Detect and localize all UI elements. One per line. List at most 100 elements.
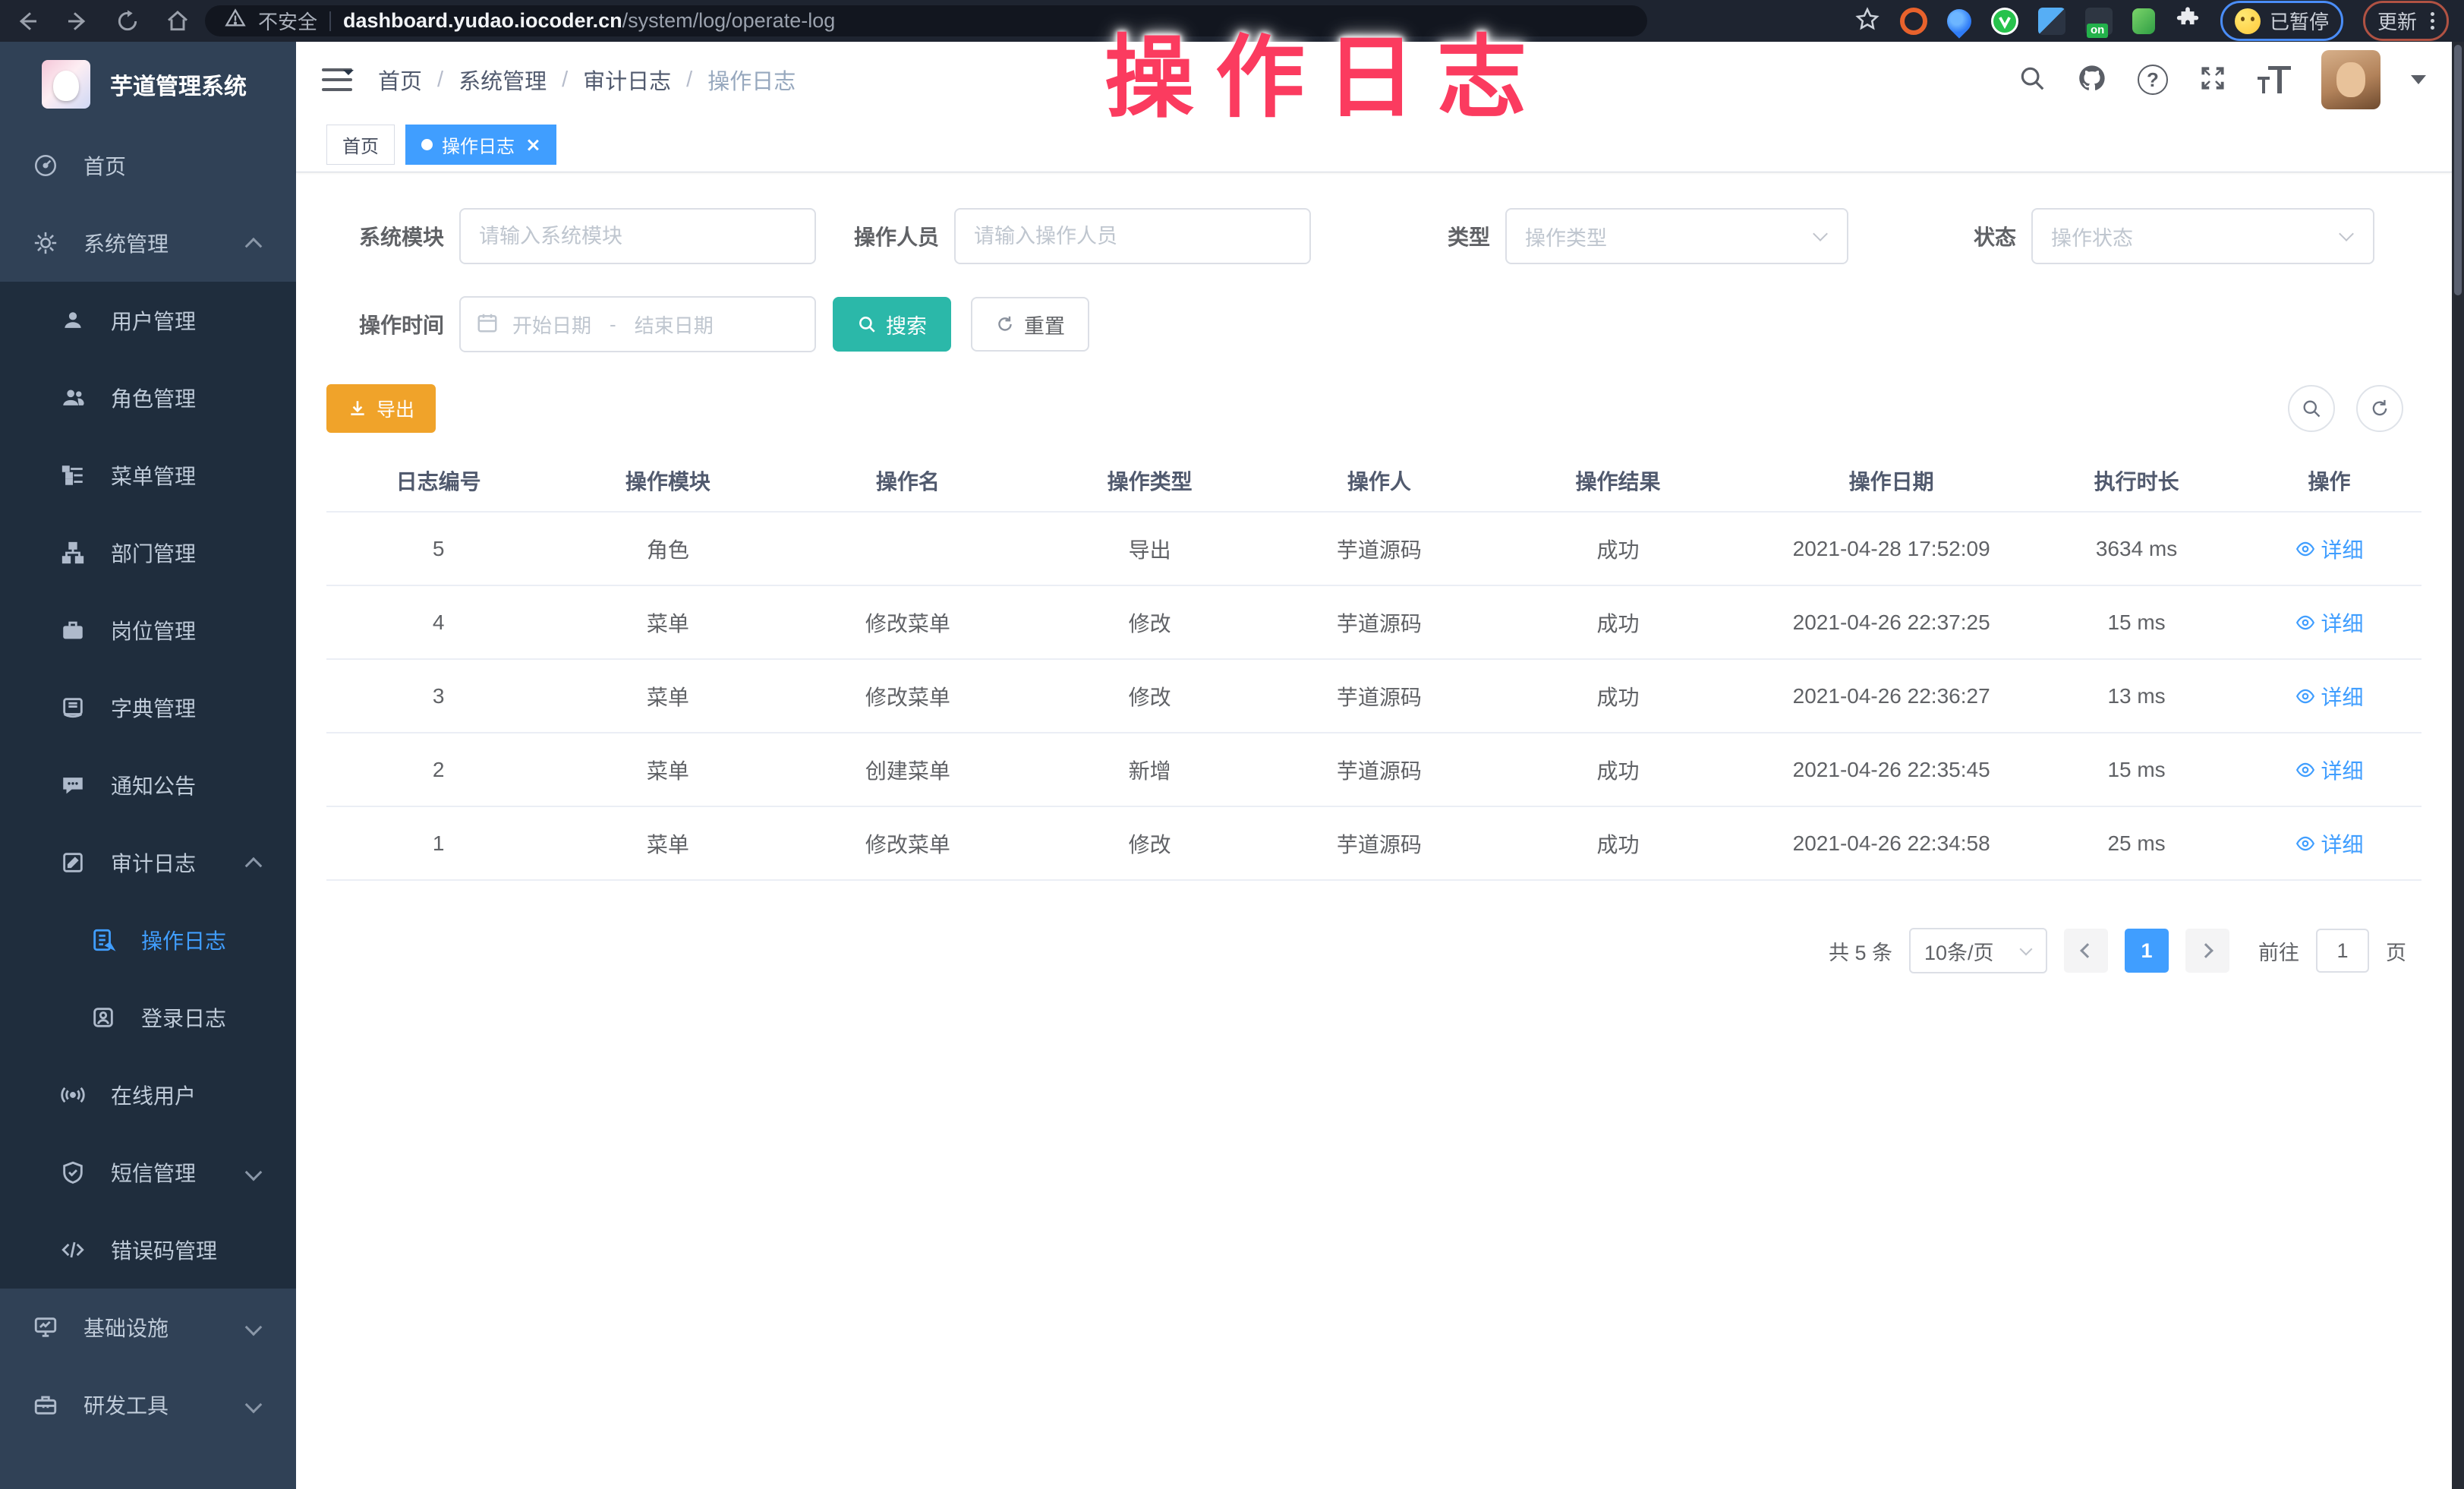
extension-icon-green-leaf[interactable]: [2132, 8, 2155, 34]
show-search-toggle-button[interactable]: [2288, 385, 2335, 432]
breadcrumb: 首页 / 系统管理 / 审计日志 / 操作日志: [378, 64, 796, 96]
extension-icon-orange[interactable]: [1900, 8, 1927, 35]
cell-result: 成功: [1489, 733, 1747, 806]
reset-button[interactable]: 重置: [971, 297, 1089, 352]
browser-update-button[interactable]: 更新: [2363, 1, 2449, 41]
sidebar-item-dictionary[interactable]: 字典管理: [0, 669, 296, 746]
module-input[interactable]: [459, 208, 816, 264]
sidebar-item-label: 系统管理: [83, 228, 169, 258]
user-avatar[interactable]: [2321, 50, 2381, 109]
browser-home-icon[interactable]: [165, 9, 190, 33]
fullscreen-icon[interactable]: [2198, 64, 2227, 96]
cell-module: 菜单: [550, 585, 785, 659]
sidebar-item-label: 操作日志: [141, 925, 226, 955]
detail-link[interactable]: 详细: [2295, 534, 2364, 564]
chevron-up-icon: [245, 238, 263, 255]
breadcrumb-audit[interactable]: 审计日志: [583, 64, 671, 96]
extension-icon-pin[interactable]: [1942, 4, 1976, 38]
browser-menu-icon[interactable]: [2431, 12, 2434, 30]
browser-reload-icon[interactable]: [115, 9, 140, 33]
sidebar-item-system[interactable]: 系统管理: [0, 204, 296, 282]
sidebar-item-error-codes[interactable]: 错误码管理: [0, 1211, 296, 1289]
cell-name: [785, 512, 1030, 585]
sidebar-item-posts[interactable]: 岗位管理: [0, 591, 296, 669]
extension-icon-blue-gem[interactable]: [2038, 8, 2065, 35]
sidebar-item-sms[interactable]: 短信管理: [0, 1134, 296, 1211]
chevron-down-icon: [1813, 226, 1828, 241]
sidebar-item-dev-tools[interactable]: 研发工具: [0, 1366, 296, 1443]
prev-page-button[interactable]: [2064, 929, 2108, 973]
operator-input[interactable]: [954, 208, 1311, 264]
sidebar-item-notices[interactable]: 通知公告: [0, 746, 296, 824]
extensions-puzzle-icon[interactable]: [2175, 6, 2201, 36]
type-select[interactable]: 操作类型: [1505, 208, 1848, 264]
date-range-picker[interactable]: 开始日期 - 结束日期: [459, 296, 816, 352]
sidebar-item-audit-log[interactable]: 审计日志: [0, 824, 296, 901]
cell-result: 成功: [1489, 585, 1747, 659]
system-submenu: 用户管理 角色管理 菜单管理 部门管理 岗位管理: [0, 282, 296, 1289]
search-button[interactable]: 搜索: [833, 297, 951, 352]
detail-link[interactable]: 详细: [2295, 828, 2364, 859]
sidebar-item-label: 菜单管理: [111, 460, 196, 491]
table-row: 5角色导出芋道源码成功2021-04-28 17:52:093634 ms 详细: [326, 512, 2421, 585]
status-select[interactable]: 操作状态: [2031, 208, 2374, 264]
header-search-icon[interactable]: [2018, 64, 2047, 96]
sidebar-item-home[interactable]: 首页: [0, 127, 296, 204]
github-icon[interactable]: [2077, 63, 2107, 97]
menu-tree-icon: [59, 462, 87, 488]
breadcrumb-separator: /: [437, 68, 443, 93]
bookmark-star-icon[interactable]: [1854, 6, 1880, 36]
avatar-caret-icon[interactable]: [2411, 75, 2426, 92]
browser-forward-icon[interactable]: [65, 9, 90, 33]
export-button[interactable]: 导出: [326, 384, 436, 433]
tag-home[interactable]: 首页: [326, 125, 395, 165]
profile-paused-badge[interactable]: 已暂停: [2220, 1, 2343, 41]
search-button-label: 搜索: [886, 310, 927, 339]
address-divider: [329, 11, 331, 31]
detail-link[interactable]: 详细: [2295, 607, 2364, 638]
breadcrumb-home[interactable]: 首页: [378, 64, 422, 96]
sidebar-menu: 首页 系统管理 用户管理 角色管理 菜单管理: [0, 127, 296, 1443]
main-content: 系统模块 操作人员 类型 操作类型 状态 操作状态 操作时间 开始日期 - 结束…: [296, 173, 2452, 1489]
goto-label: 前往: [2258, 936, 2299, 966]
font-size-icon[interactable]: [2258, 65, 2291, 95]
cell-module: 菜单: [550, 806, 785, 880]
cell-duration: 15 ms: [2036, 733, 2237, 806]
sidebar-item-menus[interactable]: 菜单管理: [0, 437, 296, 514]
sidebar-item-departments[interactable]: 部门管理: [0, 514, 296, 591]
export-button-label: 导出: [377, 395, 414, 422]
page-size-select[interactable]: 10条/页: [1909, 928, 2047, 973]
extension-icon-green-v[interactable]: [1991, 8, 2018, 35]
browser-back-icon[interactable]: [15, 9, 39, 33]
paused-label: 已暂停: [2270, 7, 2329, 35]
users-icon: [59, 385, 87, 411]
tag-operate-log[interactable]: 操作日志: [405, 125, 556, 165]
sidebar-item-users[interactable]: 用户管理: [0, 282, 296, 359]
sidebar-item-login-log[interactable]: 登录日志: [0, 979, 296, 1056]
tag-close-icon[interactable]: [525, 137, 540, 153]
app-logo-row[interactable]: 芋道管理系统: [0, 42, 296, 127]
detail-link[interactable]: 详细: [2295, 755, 2364, 785]
scrollbar-thumb[interactable]: [2454, 45, 2462, 295]
cell-module: 菜单: [550, 659, 785, 733]
chevron-up-icon: [245, 857, 263, 875]
sidebar-item-infrastructure[interactable]: 基础设施: [0, 1289, 296, 1366]
sidebar-collapse-icon[interactable]: [322, 67, 352, 93]
sidebar-item-label: 用户管理: [111, 305, 196, 336]
refresh-table-button[interactable]: [2356, 385, 2403, 432]
breadcrumb-system[interactable]: 系统管理: [458, 64, 547, 96]
sidebar-item-roles[interactable]: 角色管理: [0, 359, 296, 437]
current-page[interactable]: 1: [2125, 929, 2169, 973]
sidebar-item-label: 角色管理: [111, 383, 196, 413]
address-bar[interactable]: 不安全 dashboard.yudao.iocoder.cn/system/lo…: [205, 5, 1647, 36]
cell-date: 2021-04-26 22:37:25: [1747, 585, 2036, 659]
detail-link[interactable]: 详细: [2295, 681, 2364, 711]
next-page-button[interactable]: [2185, 929, 2229, 973]
goto-page-input[interactable]: [2316, 929, 2369, 973]
page-scrollbar[interactable]: [2452, 42, 2464, 1489]
sidebar-item-operate-log[interactable]: 操作日志: [0, 901, 296, 979]
sidebar: 芋道管理系统 首页 系统管理 用户管理 角色管理: [0, 42, 296, 1489]
help-icon[interactable]: ?: [2138, 65, 2168, 95]
sidebar-item-online-users[interactable]: 在线用户: [0, 1056, 296, 1134]
extension-icon-proxy[interactable]: on: [2085, 8, 2113, 35]
